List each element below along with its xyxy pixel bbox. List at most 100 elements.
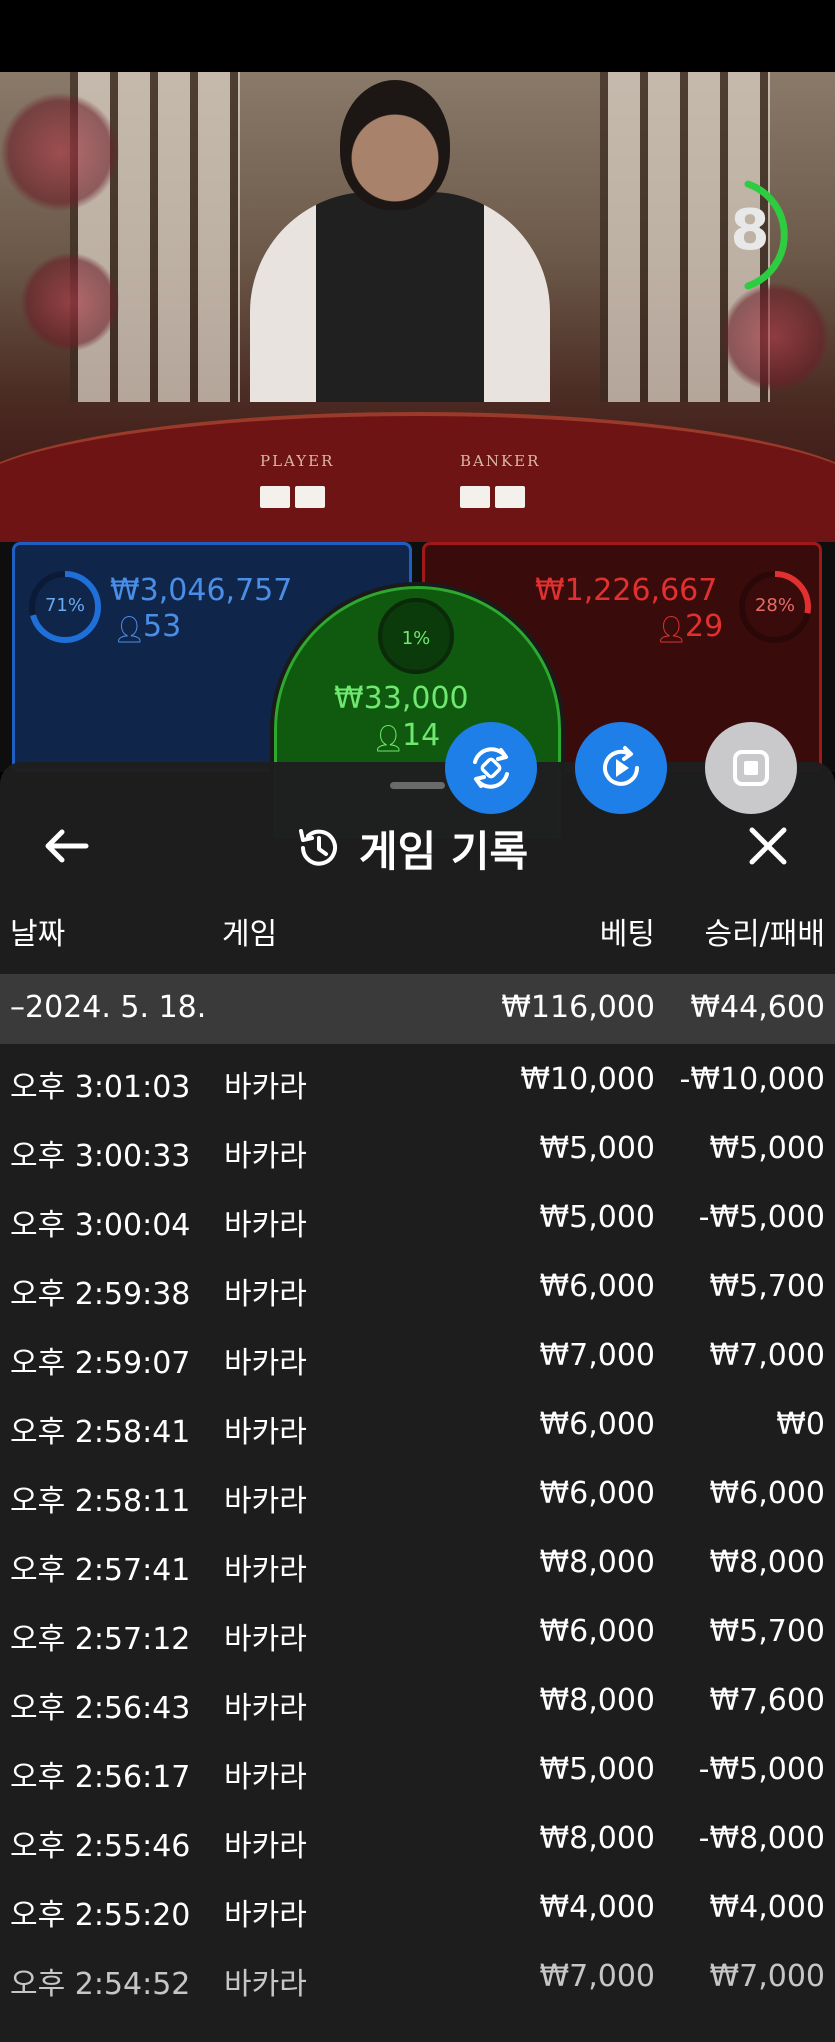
row-bet: ₩10,000 xyxy=(520,1062,655,1097)
history-row[interactable]: 오후 2:56:43 바카라 ₩8,000 ₩7,600 xyxy=(0,1665,835,1734)
banker-amount: ₩1,226,667 xyxy=(535,573,718,608)
row-game: 바카라 xyxy=(224,1829,307,1864)
group-date: –2024. 5. 18. xyxy=(10,990,207,1025)
row-time: 오후 2:56:43 xyxy=(10,1691,191,1726)
stop-button[interactable] xyxy=(705,722,797,814)
replay-button[interactable] xyxy=(575,722,667,814)
close-button[interactable] xyxy=(742,820,794,872)
row-time: 오후 2:58:41 xyxy=(10,1415,191,1450)
history-row[interactable]: 오후 2:58:11 바카라 ₩6,000 ₩6,000 xyxy=(0,1458,835,1527)
decor-blossom xyxy=(0,92,120,212)
row-result: ₩5,000 xyxy=(709,1131,825,1166)
row-bet: ₩7,000 xyxy=(539,1338,655,1373)
table-label-player: PLAYER xyxy=(260,452,335,470)
row-bet: ₩8,000 xyxy=(539,1821,655,1856)
rotate-icon xyxy=(473,747,509,789)
history-row[interactable]: 오후 2:59:38 바카라 ₩6,000 ₩5,700 xyxy=(0,1251,835,1320)
playing-card xyxy=(460,486,490,508)
row-game: 바카라 xyxy=(224,1622,307,1657)
playing-card xyxy=(295,486,325,508)
row-time: 오후 2:57:12 xyxy=(10,1622,191,1657)
stop-icon xyxy=(733,750,769,786)
countdown-timer: 8 xyxy=(718,180,802,290)
row-bet: ₩6,000 xyxy=(539,1269,655,1304)
row-game: 바카라 xyxy=(224,1346,307,1381)
history-row[interactable]: 오후 2:54:52 바카라 ₩7,000 ₩7,000 xyxy=(0,1941,835,2010)
row-result: ₩7,000 xyxy=(709,1338,825,1373)
row-game: 바카라 xyxy=(224,1070,307,1105)
row-result: ₩5,700 xyxy=(709,1614,825,1649)
back-button[interactable] xyxy=(40,822,96,870)
row-result: ₩6,000 xyxy=(709,1476,825,1511)
row-time: 오후 2:58:11 xyxy=(10,1484,191,1519)
sheet-handle[interactable] xyxy=(390,782,445,789)
col-header-result: 승리/패배 xyxy=(704,917,825,952)
row-time: 오후 2:54:52 xyxy=(10,1967,191,2002)
person-icon: 👤︎ xyxy=(113,615,147,645)
row-bet: ₩8,000 xyxy=(539,1545,655,1580)
row-game: 바카라 xyxy=(224,1760,307,1795)
replay-icon xyxy=(603,746,639,786)
close-icon xyxy=(749,827,787,865)
rotate-button[interactable] xyxy=(445,722,537,814)
arrow-left-icon xyxy=(45,829,89,863)
game-history-sheet: 게임 기록 날짜 게임 베팅 승리/패배 –2024. 5. 18. ₩116,… xyxy=(0,762,835,2042)
decor-blossom xyxy=(20,252,120,352)
col-header-bet: 베팅 xyxy=(599,917,655,952)
history-row[interactable]: 오후 2:58:41 바카라 ₩6,000 ₩0 xyxy=(0,1389,835,1458)
history-row[interactable]: 오후 3:00:33 바카라 ₩5,000 ₩5,000 xyxy=(0,1113,835,1182)
history-row[interactable]: 오후 2:57:41 바카라 ₩8,000 ₩8,000 xyxy=(0,1527,835,1596)
row-result: ₩5,700 xyxy=(709,1269,825,1304)
group-result-total: ₩44,600 xyxy=(690,990,825,1025)
history-row[interactable]: 오후 3:01:03 바카라 ₩10,000 -₩10,000 xyxy=(0,1044,835,1113)
live-video: PLAYER BANKER 8 xyxy=(0,72,835,542)
person-icon: 👤︎ xyxy=(372,724,406,754)
row-result: ₩0 xyxy=(776,1407,825,1442)
row-bet: ₩5,000 xyxy=(539,1131,655,1166)
row-time: 오후 2:55:20 xyxy=(10,1898,191,1933)
col-header-date: 날짜 xyxy=(10,917,66,952)
table-header: 날짜 게임 베팅 승리/패배 xyxy=(0,909,835,959)
history-row[interactable]: 오후 2:55:20 바카라 ₩4,000 ₩4,000 xyxy=(0,1872,835,1941)
row-bet: ₩6,000 xyxy=(539,1407,655,1442)
history-row[interactable]: 오후 2:55:46 바카라 ₩8,000 -₩8,000 xyxy=(0,1803,835,1872)
row-time: 오후 3:00:04 xyxy=(10,1208,191,1243)
player-percent: 71% xyxy=(44,595,85,616)
tie-count: 14 xyxy=(402,718,441,753)
date-group-row[interactable]: –2024. 5. 18. ₩116,000 ₩44,600 xyxy=(0,974,835,1044)
history-row[interactable]: 오후 2:57:12 바카라 ₩6,000 ₩5,700 xyxy=(0,1596,835,1665)
row-result: -₩10,000 xyxy=(679,1062,825,1097)
history-row[interactable]: 오후 2:59:07 바카라 ₩7,000 ₩7,000 xyxy=(0,1320,835,1389)
row-result: ₩8,000 xyxy=(709,1545,825,1580)
row-game: 바카라 xyxy=(224,1139,307,1174)
row-result: ₩7,000 xyxy=(709,1959,825,1994)
row-bet: ₩7,000 xyxy=(539,1959,655,1994)
sheet-header: 게임 기록 xyxy=(0,802,835,892)
row-game: 바카라 xyxy=(224,1898,307,1933)
banker-count: 29 xyxy=(685,609,724,644)
row-bet: ₩5,000 xyxy=(539,1200,655,1235)
row-result: -₩5,000 xyxy=(698,1200,825,1235)
baccarat-table: PLAYER BANKER xyxy=(0,412,835,542)
row-time: 오후 2:55:46 xyxy=(10,1829,191,1864)
row-bet: ₩5,000 xyxy=(539,1752,655,1787)
decor-blossom xyxy=(720,282,830,392)
person-icon: 👤︎ xyxy=(655,615,689,645)
row-game: 바카라 xyxy=(224,1208,307,1243)
col-header-game: 게임 xyxy=(222,917,278,952)
history-row[interactable]: 오후 2:56:17 바카라 ₩5,000 -₩5,000 xyxy=(0,1734,835,1803)
bet-summary: 71% ₩3,046,757 👤︎ 53 28% ₩1,226,667 👤︎ 2… xyxy=(0,542,835,842)
player-count: 53 xyxy=(143,609,182,644)
dealer-head xyxy=(340,80,450,210)
page-title: 게임 기록 xyxy=(359,826,529,876)
row-bet: ₩6,000 xyxy=(539,1476,655,1511)
player-amount: ₩3,046,757 xyxy=(110,573,293,608)
group-bet-total: ₩116,000 xyxy=(501,990,655,1025)
row-bet: ₩6,000 xyxy=(539,1614,655,1649)
row-game: 바카라 xyxy=(224,1277,307,1312)
row-game: 바카라 xyxy=(224,1415,307,1450)
row-time: 오후 2:56:17 xyxy=(10,1760,191,1795)
row-result: -₩8,000 xyxy=(698,1821,825,1856)
row-bet: ₩8,000 xyxy=(539,1683,655,1718)
history-row[interactable]: 오후 3:00:04 바카라 ₩5,000 -₩5,000 xyxy=(0,1182,835,1251)
